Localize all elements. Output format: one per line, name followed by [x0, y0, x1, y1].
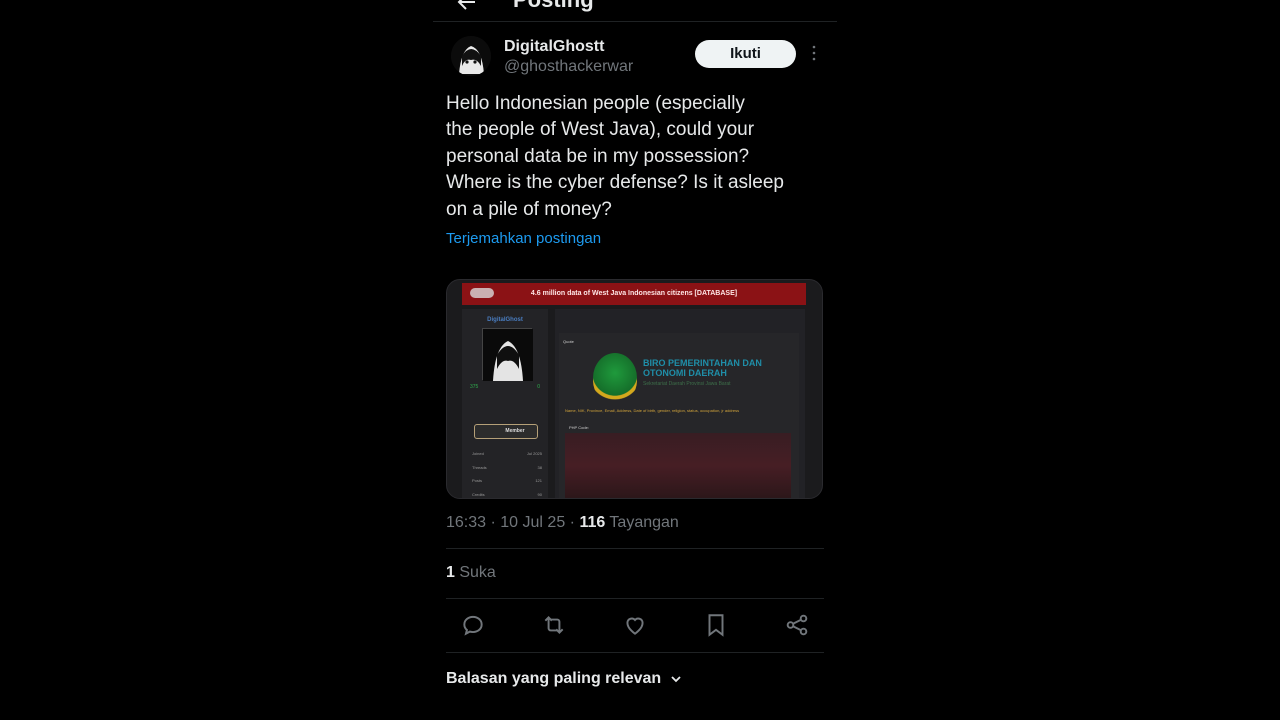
media-stat-likes: 0 [537, 384, 540, 390]
media-quote-label: Quote [563, 339, 574, 344]
media-username: DigitalGhost [487, 317, 523, 323]
back-arrow-icon[interactable] [455, 0, 479, 14]
translate-post-link[interactable]: Terjemahkan postingan [446, 230, 601, 247]
media-stats: 375 0 [470, 384, 540, 390]
media-info-row: Joined Jul 2025 [472, 451, 542, 456]
tweet-text: Hello Indonesian people (especially the … [446, 93, 784, 220]
media-fields-list: Name, NIK, Province, Email, Address, Dat… [565, 408, 740, 413]
view-label: Tayangan [609, 514, 679, 531]
replies-sort-label: Balasan yang paling relevan [446, 670, 662, 687]
more-options-icon[interactable] [807, 44, 821, 62]
replies-sort-dropdown[interactable]: Balasan yang paling relevan [446, 670, 683, 688]
like-label: Suka [459, 564, 496, 581]
tweet-date[interactable]: 10 Jul 25 [500, 514, 565, 531]
media-info-row: Threads 38 [472, 464, 542, 470]
likes-summary[interactable]: 1 Suka [446, 564, 496, 582]
media-post-panel: Quote BIRO PEMERINTAHAN DAN OTONOMI DAER… [555, 309, 805, 498]
media-rank-badge: Member [474, 424, 538, 439]
media-post-body: Quote BIRO PEMERINTAHAN DAN OTONOMI DAER… [559, 333, 799, 498]
post-column: Posting DigitalGhostt @ghosthackerwar Ik… [433, 0, 837, 720]
media-stat-reputation: 375 [470, 384, 479, 390]
author-name[interactable]: DigitalGhostt [504, 38, 604, 56]
bookmark-icon[interactable] [703, 612, 729, 638]
west-java-seal-icon [593, 353, 637, 403]
repost-icon[interactable] [541, 612, 567, 638]
divider [446, 548, 824, 549]
reply-icon[interactable] [460, 612, 486, 638]
action-bar [460, 612, 810, 640]
like-icon[interactable] [622, 612, 648, 638]
like-count: 1 [446, 564, 455, 581]
tweet-media-image[interactable]: 4.6 million data of West Java Indonesian… [446, 279, 823, 499]
author-handle[interactable]: @ghosthackerwar [504, 58, 633, 76]
post-header: Posting [433, 0, 837, 22]
media-info-list: Joined Jul 2025 Threads 38 Posts 121 Credit… [472, 447, 542, 498]
media-rank-label: Member [505, 428, 525, 434]
avatar[interactable] [451, 36, 491, 76]
chevron-down-icon [671, 676, 681, 683]
page-title: Posting [513, 0, 594, 14]
media-banner-title: 4.6 million data of West Java Indonesian… [530, 290, 738, 297]
media-code-label: PHP Code: [569, 425, 589, 430]
media-banner: 4.6 million data of West Java Indonesian… [462, 283, 806, 305]
tweet-meta: 16:33 · 10 Jul 25 · 116 Tayangan [446, 514, 679, 531]
media-org-subtitle: Sekretariat Daerah Provinsi Jawa Barat [643, 381, 731, 387]
media-blurred-data [565, 433, 791, 498]
media-profile-panel: DigitalGhost 375 0 Member Joined Jul 2025… [462, 309, 548, 498]
tweet-time[interactable]: 16:33 [446, 514, 486, 531]
media-info-row: Posts 121 [472, 478, 542, 483]
follow-button[interactable]: Ikuti [695, 40, 796, 68]
media-org-title: BIRO PEMERINTAHAN DAN OTONOMI DAERAH [643, 358, 762, 378]
divider [446, 598, 824, 599]
view-count: 116 [579, 514, 606, 531]
share-icon[interactable] [784, 612, 810, 638]
divider [446, 652, 824, 653]
media-info-row: Credits 90 [472, 491, 542, 497]
media-avatar [482, 328, 533, 381]
